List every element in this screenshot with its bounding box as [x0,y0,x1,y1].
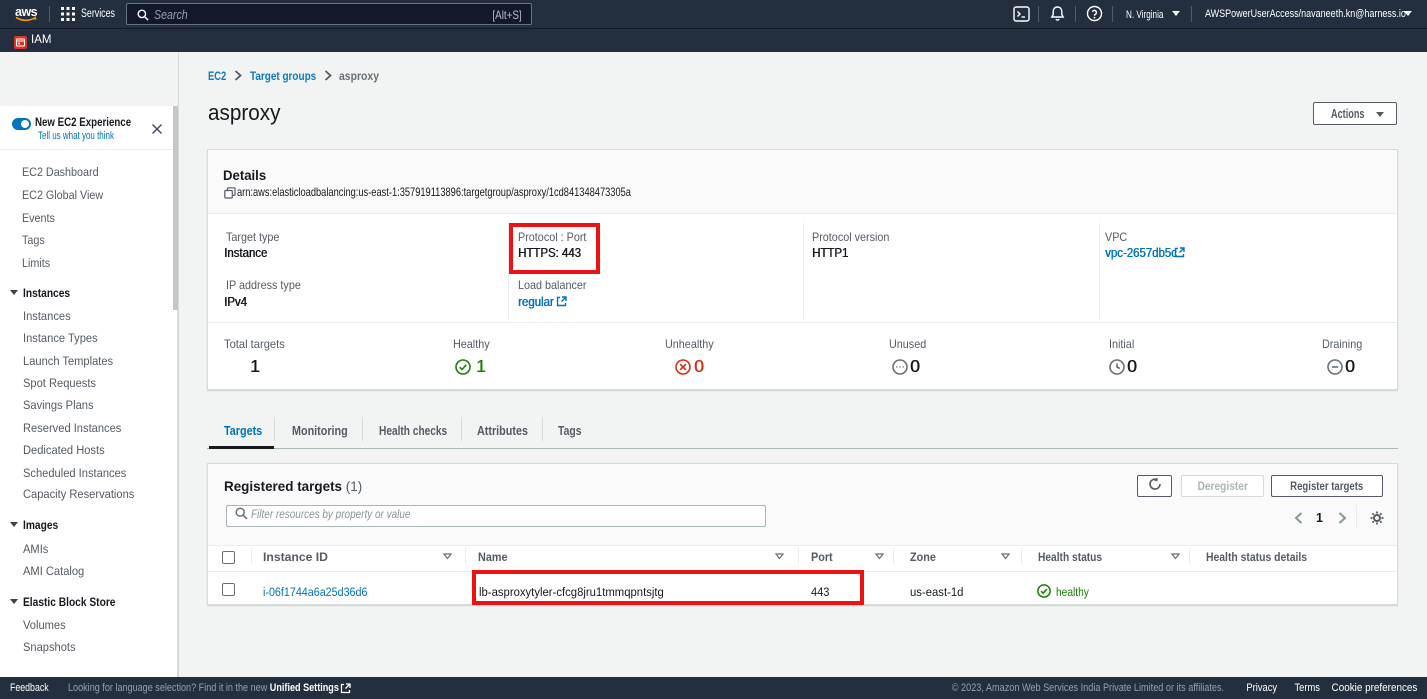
svg-text:aws: aws [15,5,38,19]
